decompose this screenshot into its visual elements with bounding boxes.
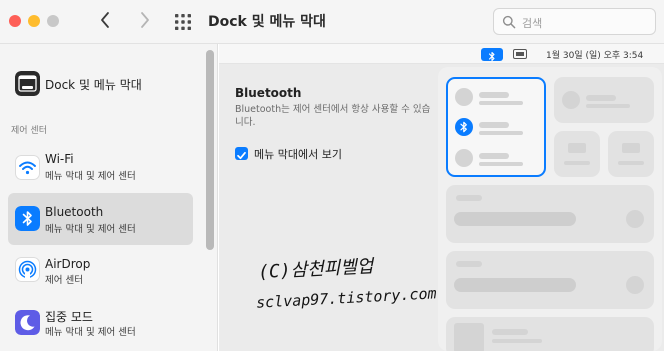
sidebar-item-sub: 메뉴 막대 및 제어 센터	[45, 224, 136, 235]
placeholder-bar	[586, 95, 616, 101]
sidebar: Dock 및 메뉴 막대 제어 센터 Wi-Fi 메뉴 막대 및 제어 센터 B…	[0, 44, 218, 351]
placeholder-bar	[568, 143, 586, 153]
placeholder-bar	[622, 143, 640, 153]
menubar-bluetooth-item	[481, 48, 503, 62]
placeholder-dot	[562, 91, 580, 109]
menubar-preview: 1월 30일 (일) 오후 3:54	[219, 44, 664, 64]
placeholder-artwork	[454, 323, 484, 351]
section-title: Bluetooth	[235, 86, 302, 100]
placeholder-slider	[454, 212, 576, 226]
placeholder-bar	[479, 131, 523, 135]
checkmark-icon	[237, 151, 246, 160]
small-tile	[554, 131, 600, 177]
sidebar-item-sub: 메뉴 막대 및 제어 센터	[45, 171, 136, 182]
placeholder-bar	[618, 161, 644, 165]
wifi-toggle-placeholder	[455, 88, 473, 106]
placeholder-bar	[456, 195, 482, 201]
sidebar-item-label: Dock 및 메뉴 막대	[45, 78, 142, 92]
airdrop-toggle-placeholder	[455, 149, 473, 167]
placeholder-slider	[454, 278, 576, 292]
close-window-button[interactable]	[9, 15, 21, 27]
show-all-grid-icon[interactable]	[174, 13, 192, 31]
sidebar-item-wifi[interactable]: Wi-Fi 메뉴 막대 및 제어 센터	[8, 142, 193, 194]
sidebar-item-bluetooth[interactable]: Bluetooth 메뉴 막대 및 제어 센터	[8, 193, 193, 245]
sidebar-item-label: Bluetooth	[45, 205, 104, 219]
connectivity-tile	[446, 77, 546, 177]
small-tile	[608, 131, 654, 177]
bluetooth-icon	[15, 206, 40, 231]
bluetooth-icon	[455, 118, 473, 136]
menubar-clock: 1월 30일 (일) 오후 3:54	[546, 51, 644, 61]
show-in-menubar-label[interactable]: 메뉴 막대에서 보기	[254, 146, 342, 162]
sound-slider-tile	[446, 251, 654, 309]
section-description: Bluetooth는 제어 센터에서 항상 사용할 수 있습니다.	[235, 104, 431, 128]
placeholder-dot	[626, 210, 644, 228]
window-title: Dock 및 메뉴 막대	[208, 14, 326, 30]
focus-tile	[554, 77, 654, 123]
display-icon	[513, 49, 527, 59]
display-slider-tile	[446, 185, 654, 243]
placeholder-bar	[492, 339, 542, 343]
wifi-icon	[15, 155, 40, 180]
moon-icon	[15, 310, 40, 335]
placeholder-bar	[492, 329, 528, 335]
dock-icon	[15, 71, 40, 96]
zoom-window-button[interactable]	[47, 15, 59, 27]
control-center-preview	[438, 67, 662, 351]
bluetooth-icon	[488, 51, 495, 62]
sidebar-item-dock-menubar[interactable]: Dock 및 메뉴 막대	[8, 58, 193, 110]
minimize-window-button[interactable]	[28, 15, 40, 27]
show-in-menubar-checkbox[interactable]	[235, 147, 248, 160]
placeholder-dot	[626, 276, 644, 294]
placeholder-bar	[564, 161, 590, 165]
back-arrow-icon[interactable]	[96, 10, 116, 30]
sidebar-item-label: Wi-Fi	[45, 152, 74, 166]
placeholder-bar	[479, 92, 509, 98]
sidebar-item-label: AirDrop	[45, 257, 91, 271]
sidebar-section-label: 제어 센터	[11, 126, 47, 136]
sidebar-item-focus[interactable]: 집중 모드 메뉴 막대 및 제어 센터	[8, 296, 193, 348]
now-playing-tile	[446, 317, 654, 351]
sidebar-item-sub: 제어 센터	[45, 275, 83, 286]
placeholder-bar	[586, 104, 630, 108]
title-bar: Dock 및 메뉴 막대 검색	[0, 0, 664, 44]
placeholder-bar	[479, 122, 509, 128]
sidebar-item-label: 집중 모드	[45, 310, 93, 324]
sidebar-item-airdrop[interactable]: AirDrop 제어 센터	[8, 244, 193, 296]
search-icon	[502, 15, 516, 29]
placeholder-bar	[479, 101, 523, 105]
placeholder-bar	[479, 162, 523, 166]
sidebar-item-sub: 메뉴 막대 및 제어 센터	[45, 327, 136, 338]
system-preferences-window: Dock 및 메뉴 막대 검색 Dock 및 메뉴 막대 제어 센터 Wi-Fi…	[0, 0, 664, 351]
placeholder-bar	[456, 261, 482, 267]
sidebar-scrollbar[interactable]	[206, 50, 214, 250]
airdrop-icon	[15, 257, 40, 282]
search-field[interactable]: 검색	[493, 8, 656, 35]
search-placeholder: 검색	[522, 17, 543, 30]
placeholder-bar	[479, 153, 509, 159]
forward-arrow-icon[interactable]	[134, 10, 154, 30]
